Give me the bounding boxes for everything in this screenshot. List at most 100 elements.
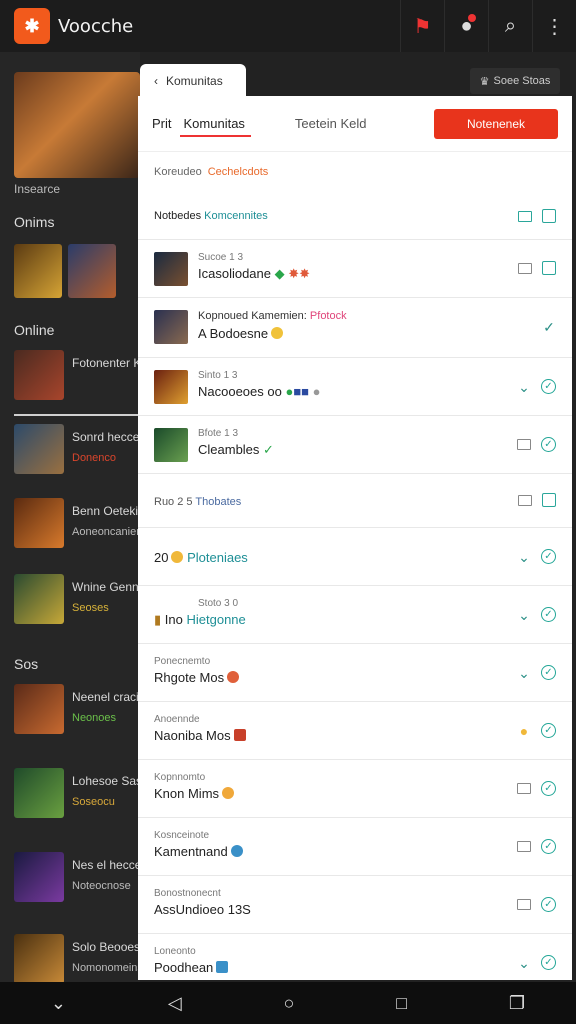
panel-back-chip[interactable]: ‹ Komunitas <box>140 64 246 98</box>
list-item[interactable]: Kopnnomto Knon Mims ✓ <box>138 760 572 818</box>
row-title-text: 20 <box>154 550 169 565</box>
section-title-1: Onims <box>14 214 55 230</box>
list-item[interactable]: Ponecnemto Rhgote Mos ⌄ ✓ <box>138 644 572 702</box>
panel-chip-label: Komunitas <box>166 74 223 88</box>
row-title-text: Kamentnand <box>154 844 228 859</box>
breadcrumb: Koreudeo Cechelcdots <box>138 152 572 192</box>
row-meta: Loneonto <box>154 946 196 957</box>
row-title: Naoniba Mos <box>154 728 246 743</box>
list-item[interactable]: Sinto 1 3 Nacooeoes oo ●■■ ● ⌄ ✓ <box>138 358 572 416</box>
chevron-down-icon[interactable]: ⌄ <box>517 608 531 622</box>
notification-icon[interactable]: ● <box>444 0 488 52</box>
check-icon[interactable]: ✓ <box>542 320 556 334</box>
panel-tabs: Prit Komunitas Teetein Keld Notenenek <box>138 96 572 152</box>
thumb-row <box>14 244 116 298</box>
checkbox[interactable] <box>542 493 556 507</box>
chevron-down-icon[interactable]: ⌄ <box>517 666 531 680</box>
check-circle-icon[interactable]: ✓ <box>541 549 556 564</box>
flag-icon[interactable]: ⚑ <box>400 0 444 52</box>
recents-icon[interactable]: □ <box>396 993 407 1014</box>
bg-row[interactable]: Sonrd hecce Donenco <box>14 424 140 476</box>
bg-row[interactable]: Wnine Genno Seoses <box>14 574 145 626</box>
row-label-b: Komcennites <box>204 210 268 222</box>
list-item[interactable]: Loneonto Poodhean ⌄ ✓ <box>138 934 572 980</box>
hero-image[interactable] <box>14 72 140 178</box>
row-title-text: Icasoliodane <box>198 266 271 281</box>
list-item[interactable]: Sucoe 1 3 Icasoliodane ◆ ✸✸ <box>138 240 572 298</box>
bg-row[interactable]: Benn Oetekit Aoneoncaniene <box>14 498 148 550</box>
check-circle-icon[interactable]: ✓ <box>541 897 556 912</box>
row-title-text: A Bodoesne <box>198 326 269 341</box>
bg-row-thumb <box>14 424 64 474</box>
search-icon[interactable]: ⌕ <box>488 0 532 52</box>
check-circle-icon[interactable]: ✓ <box>541 607 556 622</box>
mail-icon[interactable] <box>517 783 531 794</box>
checkbox[interactable] <box>542 209 556 223</box>
hero-label: Insearce <box>14 182 61 196</box>
chevron-down-icon[interactable]: ⌄ <box>51 993 66 1014</box>
user-icon: ● <box>312 384 321 399</box>
row-label: Notbedes Komcennites <box>154 210 268 222</box>
check-circle-icon[interactable]: ✓ <box>541 723 556 738</box>
breadcrumb-b[interactable]: Cechelcdots <box>208 166 269 178</box>
list-item[interactable]: Kopnoued Kamemien: Pfotock A Bodoesne ✓ <box>138 298 572 358</box>
primary-cta-button[interactable]: Notenenek <box>434 108 558 139</box>
breadcrumb-a[interactable]: Koreudeo <box>154 166 202 178</box>
row-actions <box>518 261 556 275</box>
list-item[interactable]: Anoennde Naoniba Mos ● ✓ <box>138 702 572 760</box>
check-icon: ✓ <box>263 442 274 457</box>
home-icon[interactable]: ○ <box>284 993 295 1014</box>
thumb-1[interactable] <box>14 244 62 298</box>
bg-row[interactable]: Solo Beooes Nomonomeins <box>14 934 143 986</box>
thumb-2[interactable] <box>68 244 116 298</box>
emoji-icon[interactable]: ● <box>517 724 531 738</box>
row-label-a: Ruo 2 5 <box>154 496 193 508</box>
check-circle-icon[interactable]: ✓ <box>541 955 556 970</box>
split-screen-icon[interactable]: ❐ <box>509 993 525 1014</box>
mail-icon[interactable] <box>517 841 531 852</box>
app-logo-icon[interactable]: ✱ <box>14 8 50 44</box>
bg-row-sub: Seoses <box>72 602 109 614</box>
list-icon[interactable] <box>518 210 532 222</box>
list-item[interactable]: Bfote 1 3 Cleambles ✓ ✓ <box>138 416 572 474</box>
bg-row[interactable]: Lohesoe Sas Soseocu <box>14 768 142 820</box>
notification-dot <box>468 14 476 22</box>
row-title: Cleambles ✓ <box>198 442 274 458</box>
mail-icon[interactable] <box>517 899 531 910</box>
list-item[interactable]: Kosnceinote Kamentnand ✓ <box>138 818 572 876</box>
checkbox[interactable] <box>542 261 556 275</box>
chevron-down-icon[interactable]: ⌄ <box>517 550 531 564</box>
list-item[interactable]: Stoto 3 0 ▮ Ino Hietgonne ⌄ ✓ <box>138 586 572 644</box>
list-item[interactable]: Bonostnonecnt AssUndioeo 13S ✓ <box>138 876 572 934</box>
row-actions: ● ✓ <box>517 723 556 738</box>
row-meta: Kosnceinote <box>154 830 210 841</box>
chevron-down-icon[interactable]: ⌄ <box>517 956 531 970</box>
mail-icon[interactable] <box>517 439 531 450</box>
gem-icon: ◆ <box>274 266 285 281</box>
row-title-link: Ploteniaes <box>187 550 248 565</box>
tab-first[interactable]: Prit <box>152 116 172 131</box>
check-circle-icon[interactable]: ✓ <box>541 437 556 452</box>
back-icon[interactable]: ◁ <box>168 993 182 1014</box>
bg-row[interactable]: Nes el hecces Noteocnose <box>14 852 147 904</box>
bg-row[interactable]: Neenel cracie Neonoes <box>14 684 145 736</box>
row-actions: ⌄ ✓ <box>517 665 556 680</box>
tab-other[interactable]: Teetein Keld <box>295 116 367 131</box>
calendar-icon <box>216 961 229 973</box>
mail-icon[interactable] <box>518 262 532 274</box>
mail-icon[interactable] <box>518 494 532 506</box>
chevron-down-icon[interactable]: ⌄ <box>517 380 531 394</box>
check-circle-icon[interactable]: ✓ <box>541 379 556 394</box>
divider <box>14 414 140 416</box>
check-circle-icon[interactable]: ✓ <box>541 781 556 796</box>
tab-komunitas[interactable]: Komunitas <box>179 116 252 137</box>
check-circle-icon[interactable]: ✓ <box>541 839 556 854</box>
avatar <box>154 428 188 462</box>
top-bar: ✱ Voocche ⚑ ● ⌕ ⋮ <box>0 0 576 52</box>
row-meta: Sinto 1 3 <box>198 370 238 381</box>
bg-row[interactable]: Fotonenter Ker <box>14 350 152 402</box>
right-badge[interactable]: ♛ Soee Stoas <box>470 68 560 94</box>
list-item[interactable]: 20 Ploteniaes ⌄ ✓ <box>138 528 572 586</box>
more-menu-icon[interactable]: ⋮ <box>532 0 576 52</box>
check-circle-icon[interactable]: ✓ <box>541 665 556 680</box>
